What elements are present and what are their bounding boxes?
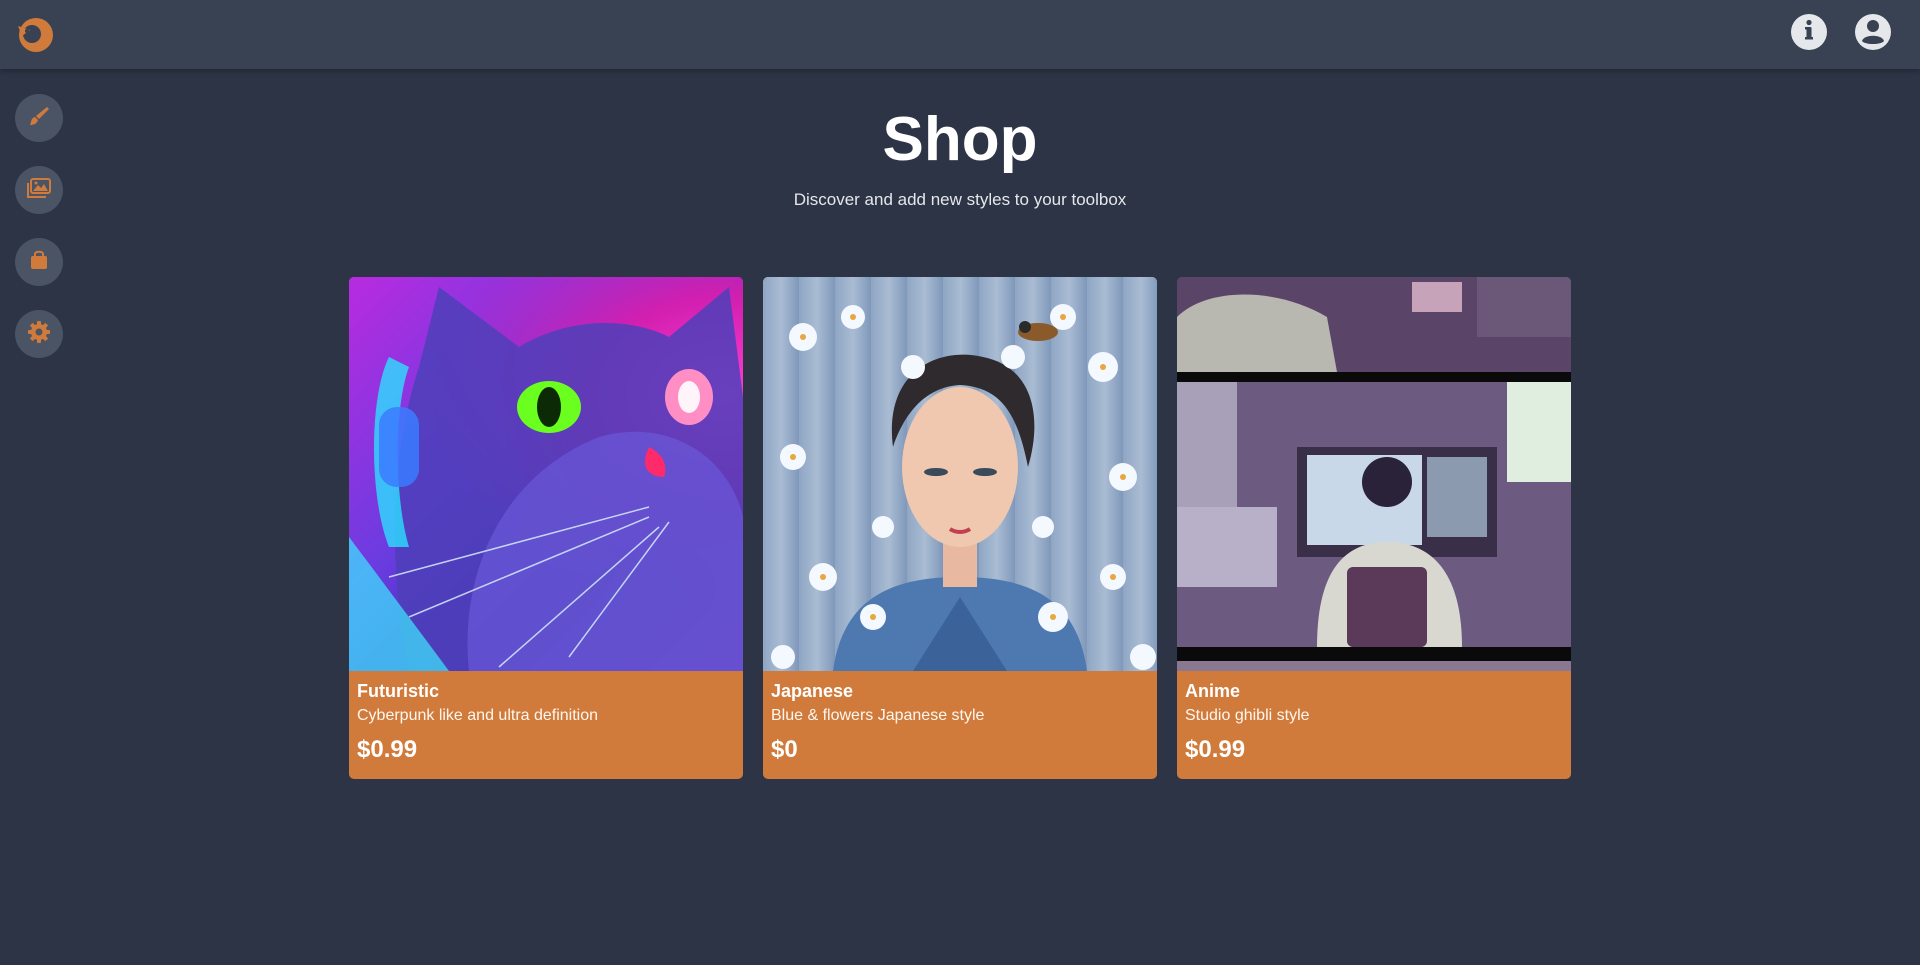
card-price: $0.99 [1185,736,1246,763]
info-icon [1791,12,1827,53]
sidebar-item-settings[interactable] [15,310,63,358]
card-title: Futuristic [357,681,440,701]
card-description: Cyberpunk like and ultra definition [357,707,599,724]
card-body: Anime Studio ghibli style $0.99 [1177,671,1571,769]
card-image-futuristic [349,277,743,671]
card-image-anime [1177,277,1571,671]
user-account-icon [1855,12,1891,53]
style-card-grid: Futuristic Cyberpunk like and ultra defi… [349,277,1571,779]
info-button[interactable] [1791,14,1827,50]
sidebar-item-shop[interactable] [15,238,63,286]
page-title: Shop [882,105,1038,174]
card-description: Studio ghibli style [1185,707,1310,724]
fox-logo-icon[interactable] [14,14,56,54]
shopping-bag-icon [27,248,51,277]
card-description: Blue & flowers Japanese style [771,707,985,724]
style-card-futuristic[interactable]: Futuristic Cyberpunk like and ultra defi… [349,277,743,779]
card-body: Japanese Blue & flowers Japanese style $… [763,671,1157,769]
page-subtitle: Discover and add new styles to your tool… [793,190,1127,209]
card-title: Anime [1185,681,1241,701]
gear-icon [27,320,51,349]
top-bar [0,0,1920,69]
card-title: Japanese [771,681,854,701]
card-image-japanese [763,277,1157,671]
card-price: $0.99 [357,736,418,763]
user-account-button[interactable] [1855,14,1891,50]
card-body: Futuristic Cyberpunk like and ultra defi… [349,671,743,769]
style-card-japanese[interactable]: Japanese Blue & flowers Japanese style $… [763,277,1157,779]
style-card-anime[interactable]: Anime Studio ghibli style $0.99 [1177,277,1571,779]
card-price: $0 [771,736,798,763]
